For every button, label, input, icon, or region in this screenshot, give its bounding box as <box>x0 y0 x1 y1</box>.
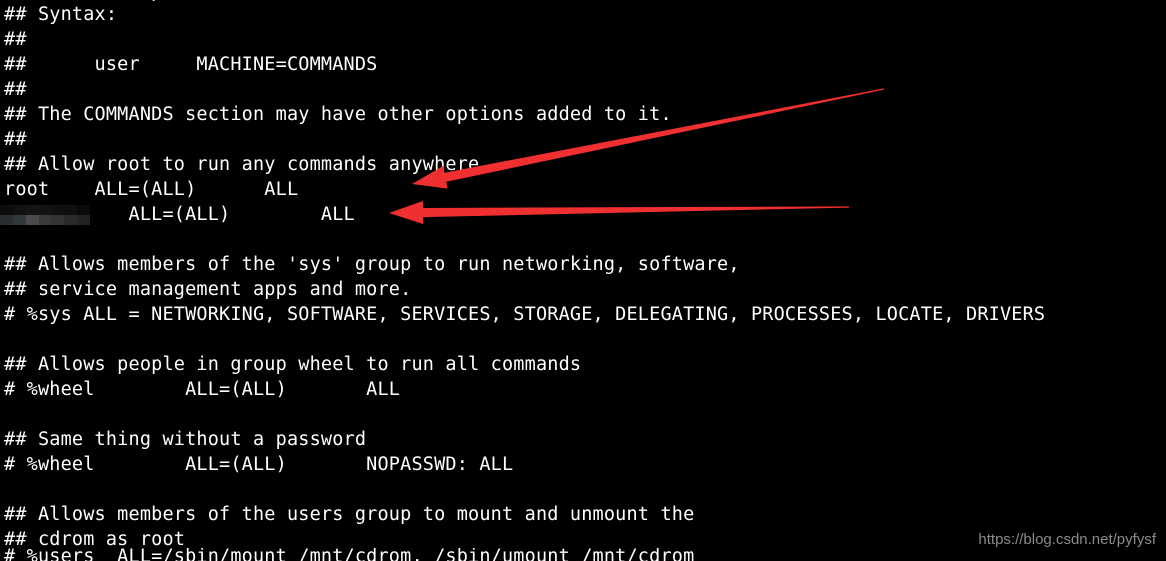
terminal-line-wheel-rule: # %wheel ALL=(ALL) ALL <box>4 379 401 400</box>
terminal-line-11: ## Allows members of the 'sys' group to … <box>4 254 740 275</box>
mosaic-cell <box>25 215 39 225</box>
mosaic-cell <box>77 205 90 215</box>
mosaic-cell <box>64 215 78 225</box>
terminal-line-3: ## user MACHINE=COMMANDS <box>4 54 378 75</box>
terminal-line-2: ## <box>4 29 27 50</box>
terminal-line-7: ## Allow root to run any commands anywhe… <box>4 154 480 175</box>
mosaic-cell <box>12 205 26 215</box>
watermark-url: https://blog.csdn.net/pyfysf <box>978 531 1156 548</box>
mosaic-cell <box>51 205 65 215</box>
mosaic-cell <box>38 205 52 215</box>
mosaic-cell <box>38 215 52 225</box>
partial-top-line-clip: ## Defaults specification <box>0 0 1166 4</box>
mosaic-cell <box>64 205 78 215</box>
terminal-line-4: ## <box>4 79 27 100</box>
mosaic-cell <box>12 215 26 225</box>
mosaic-cell <box>0 205 13 215</box>
redacted-username-mosaic <box>0 205 90 225</box>
terminal-line-21: ## Allows members of the users group to … <box>4 504 695 525</box>
terminal-line-18: ## Same thing without a password <box>4 429 367 450</box>
mosaic-cell <box>0 215 13 225</box>
partial-bottom-line: # %users ALL=/sbin/mount /mnt/cdrom, /sb… <box>4 548 695 561</box>
terminal-line-1: ## Syntax: <box>4 4 118 25</box>
terminal-line-15: ## Allows people in group wheel to run a… <box>4 354 582 375</box>
terminal-window[interactable]: ## Defaults specification ## Syntax: ## … <box>0 0 1166 561</box>
terminal-line-wheel-nopasswd-rule: # %wheel ALL=(ALL) NOPASSWD: ALL <box>4 454 514 475</box>
terminal-line-12: ## service management apps and more. <box>4 279 412 300</box>
terminal-line-5: ## The COMMANDS section may have other o… <box>4 104 672 125</box>
mosaic-cell <box>25 205 39 215</box>
terminal-line-root-rule: root ALL=(ALL) ALL <box>4 179 299 200</box>
mosaic-cell <box>51 215 65 225</box>
partial-bottom-line-clip: # %users ALL=/sbin/mount /mnt/cdrom, /sb… <box>0 548 1166 561</box>
mosaic-cell <box>77 215 90 225</box>
screenshot-root: ## Defaults specification ## Syntax: ## … <box>0 0 1166 561</box>
terminal-line-sys-rule: # %sys ALL = NETWORKING, SOFTWARE, SERVI… <box>4 304 1046 325</box>
terminal-line-6: ## <box>4 129 27 150</box>
